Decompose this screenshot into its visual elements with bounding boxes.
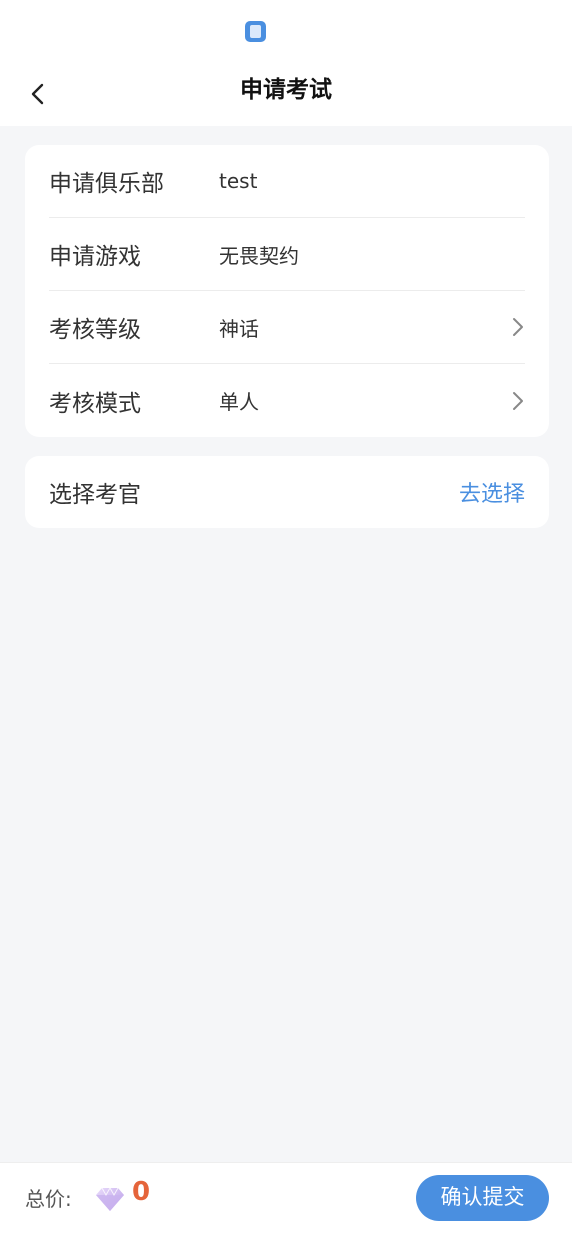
examiner-card: 选择考官 去选择 xyxy=(25,456,549,528)
chevron-right-icon xyxy=(501,389,525,413)
bottom-bar: 总价: 0 确认提交 xyxy=(0,1162,572,1238)
chevron-left-icon xyxy=(31,83,44,105)
mode-value: 单人 xyxy=(219,390,259,414)
club-label: 申请俱乐部 xyxy=(49,171,164,197)
game-label: 申请游戏 xyxy=(49,244,141,270)
examiner-label: 选择考官 xyxy=(49,482,141,508)
choose-examiner-link[interactable]: 去选择 xyxy=(459,476,525,508)
nav-bar: 申请考试 xyxy=(0,60,572,126)
diamond-icon xyxy=(96,1186,124,1211)
chevron-right-icon xyxy=(501,315,525,339)
game-row: 申请游戏 无畏契约 xyxy=(49,218,525,291)
mode-row[interactable]: 考核模式 单人 xyxy=(49,364,525,437)
mode-label: 考核模式 xyxy=(49,390,141,417)
level-value: 神话 xyxy=(219,316,259,341)
level-row[interactable]: 考核等级 神话 xyxy=(49,291,525,364)
back-button[interactable] xyxy=(18,74,58,114)
examiner-row[interactable]: 选择考官 去选择 xyxy=(49,456,525,528)
game-value: 无畏契约 xyxy=(219,243,299,268)
status-bar xyxy=(0,0,572,60)
exam-info-card: 申请俱乐部 test 申请游戏 无畏契约 考核等级 神话 考核模式 单人 xyxy=(25,145,549,437)
total-price-value: 0 xyxy=(132,1177,151,1207)
app-notification-icon xyxy=(245,21,266,42)
club-row: 申请俱乐部 test xyxy=(49,145,525,218)
page-title: 申请考试 xyxy=(240,77,332,103)
total-price-label: 总价: xyxy=(25,1187,72,1211)
club-value: test xyxy=(219,169,258,193)
submit-button[interactable]: 确认提交 xyxy=(416,1175,549,1221)
level-label: 考核等级 xyxy=(49,317,141,343)
